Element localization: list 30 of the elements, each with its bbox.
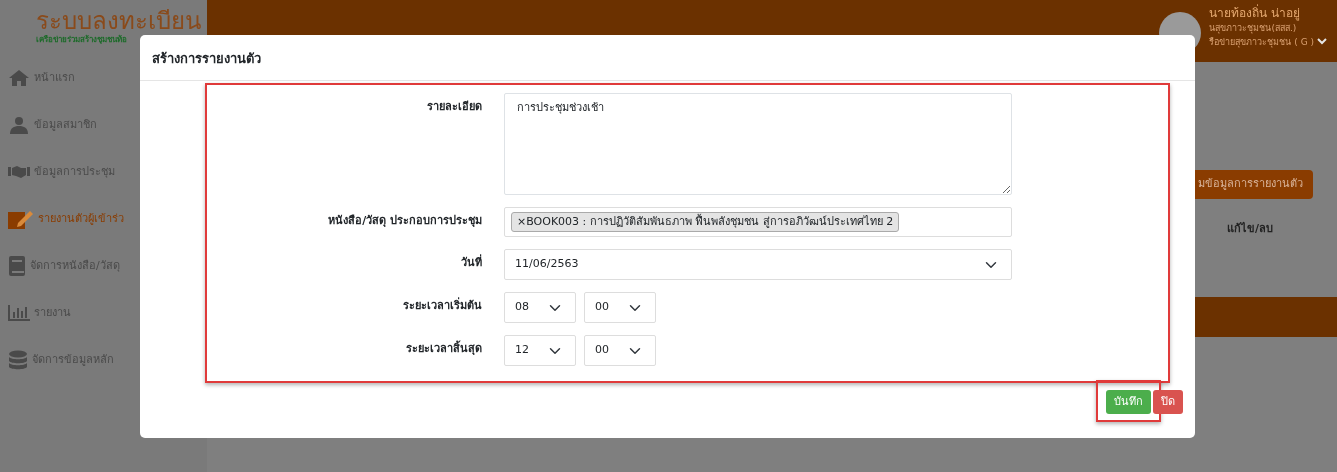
field-label: รายละเอียด xyxy=(426,99,482,115)
details-field[interactable]: การประชุมช่วงเช้า xyxy=(504,93,1012,195)
home-icon xyxy=(8,68,30,87)
minute-select[interactable]: 00 xyxy=(584,292,656,323)
hour-select[interactable]: 08 xyxy=(504,292,576,323)
field-label: วันที่ xyxy=(460,253,482,271)
chevron-down-icon[interactable] xyxy=(1317,38,1327,46)
user-role: รือข่ายสุขภาวะชุมชน ( G ) xyxy=(1209,35,1314,49)
database-icon xyxy=(8,349,28,370)
user-role: นสุขภาวะชุมชน(สสส.) xyxy=(1209,22,1298,36)
user-name: นายท้องถิ่น น่าอยู่ xyxy=(1209,4,1302,22)
handshake-icon xyxy=(8,164,30,179)
selected-tag[interactable]: ×BOOK003 : การปฏิวัติสัมพันธภาพ ฟื้นพลังชุมชน สู่การอภิวัฒน์ประเทศไทย 2 xyxy=(511,212,900,232)
book-icon xyxy=(8,255,26,276)
bar-chart-icon xyxy=(8,304,30,321)
pen-on-document-icon xyxy=(8,208,34,229)
close-button[interactable]: ปิด xyxy=(1153,389,1183,414)
hour-select[interactable]: 12 xyxy=(504,335,576,366)
field-label: ระยะเวลาเริ่มต้น xyxy=(402,296,482,314)
field-label: ระยะเวลาสิ้นสุด xyxy=(405,339,482,357)
users-icon xyxy=(8,115,30,134)
app-subtitle: เครือข่ายร่วมสร้างชุมชนท้อ xyxy=(35,34,128,47)
app-title: ระบบลงทะเบียน xyxy=(35,6,202,35)
modal-title: สร้างการรายงานตัว xyxy=(140,35,1195,81)
field-label: หนังสือ/วัสดุ ประกอบการประชุม xyxy=(327,213,482,229)
minute-select[interactable]: 00 xyxy=(584,335,656,366)
tags-field[interactable]: ×BOOK003 : การปฏิวัติสัมพันธภาพ ฟื้นพลังชุมชน สู่การอภิวัฒน์ประเทศไทย 2 xyxy=(504,207,1012,237)
date-select[interactable]: 11/06/2563 xyxy=(504,249,1012,280)
save-button[interactable]: บันทึก xyxy=(1106,389,1151,414)
table-header: แก้ไข/ลบ xyxy=(1226,220,1273,237)
